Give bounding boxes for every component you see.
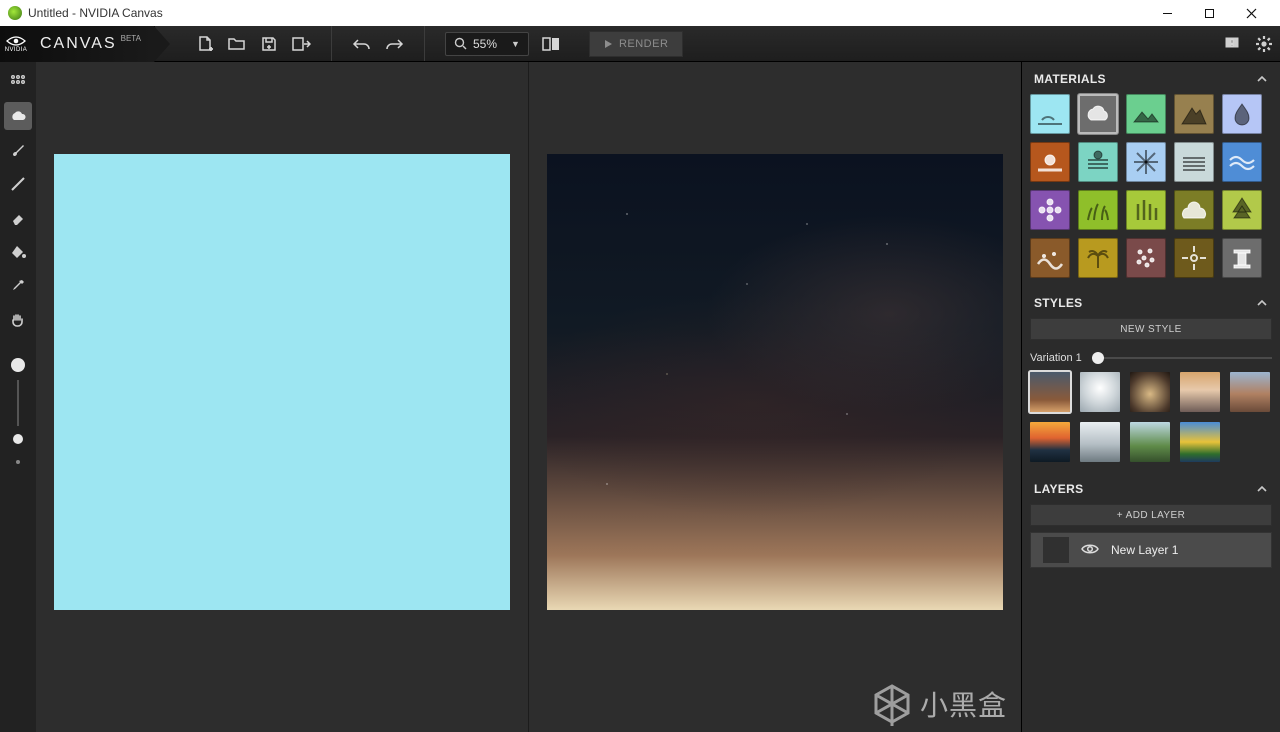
fill-tool[interactable] [4, 238, 32, 266]
brush-size-small-icon [16, 460, 20, 464]
layer-name: New Layer 1 [1111, 543, 1178, 557]
eyedropper-tool[interactable] [4, 272, 32, 300]
left-toolbar [0, 62, 36, 732]
app-icon [8, 6, 22, 20]
close-button[interactable] [1230, 0, 1272, 26]
zoom-control[interactable]: 55% ▼ [445, 32, 529, 56]
material-sparkle[interactable] [1174, 238, 1214, 278]
minimize-button[interactable] [1146, 0, 1188, 26]
style-thumb-style-9[interactable] [1180, 422, 1220, 462]
brush-tool[interactable] [4, 136, 32, 164]
material-grass[interactable] [1078, 190, 1118, 230]
styles-header[interactable]: STYLES [1022, 286, 1280, 318]
search-icon [454, 37, 467, 50]
layer-item[interactable]: New Layer 1 [1030, 532, 1272, 568]
style-thumb-style-5[interactable] [1230, 372, 1270, 412]
zoom-value: 55% [473, 37, 497, 51]
brand-badge: BETA [121, 34, 141, 43]
material-snow[interactable] [1126, 142, 1166, 182]
maximize-button[interactable] [1188, 0, 1230, 26]
material-water-drop[interactable] [1222, 94, 1262, 134]
material-reeds[interactable] [1126, 190, 1166, 230]
right-panel: MATERIALS STYLES NEW STYLE Variation 1 L… [1022, 62, 1280, 732]
export-button[interactable] [285, 28, 317, 60]
material-sky[interactable] [1030, 94, 1070, 134]
material-ruin[interactable] [1222, 238, 1262, 278]
materials-header[interactable]: MATERIALS [1022, 62, 1280, 94]
output-canvas [547, 154, 1003, 610]
open-file-button[interactable] [221, 28, 253, 60]
output-canvas-pane [528, 62, 1021, 732]
materials-grid [1022, 94, 1280, 286]
cloud-material-tool[interactable] [4, 102, 32, 130]
play-icon [604, 39, 613, 49]
chevron-up-icon [1256, 485, 1268, 493]
line-tool[interactable] [4, 170, 32, 198]
window-title: Untitled - NVIDIA Canvas [28, 6, 1146, 20]
material-bush[interactable] [1174, 190, 1214, 230]
window-titlebar: Untitled - NVIDIA Canvas [0, 0, 1280, 26]
add-layer-button[interactable]: + ADD LAYER [1030, 504, 1272, 526]
save-file-button[interactable] [253, 28, 285, 60]
material-mountain[interactable] [1174, 94, 1214, 134]
eraser-tool[interactable] [4, 204, 32, 232]
style-thumb-style-7[interactable] [1080, 422, 1120, 462]
style-thumbnails [1030, 372, 1272, 462]
style-thumb-style-4[interactable] [1180, 372, 1220, 412]
style-thumb-style-6[interactable] [1030, 422, 1070, 462]
style-thumb-style-2[interactable] [1080, 372, 1120, 412]
variation-thumb[interactable] [1092, 352, 1104, 364]
material-fog[interactable] [1174, 142, 1214, 182]
layer-swatch [1043, 537, 1069, 563]
feedback-button[interactable] [1216, 28, 1248, 60]
variation-slider[interactable] [1092, 357, 1272, 359]
watermark: 小黑盒 [872, 682, 1007, 726]
material-flower[interactable] [1030, 190, 1070, 230]
render-button[interactable]: RENDER [589, 31, 683, 57]
chevron-up-icon [1256, 75, 1268, 83]
app-header: NVIDIA CANVAS BETA 55% ▼ RENDER [0, 26, 1280, 62]
material-haze[interactable] [1078, 142, 1118, 182]
material-dirt[interactable] [1030, 238, 1070, 278]
pan-tool[interactable] [4, 306, 32, 334]
nvidia-logo-icon: NVIDIA [0, 26, 32, 62]
layers-header[interactable]: LAYERS [1022, 472, 1280, 504]
material-gravel[interactable] [1126, 238, 1166, 278]
settings-button[interactable] [1248, 28, 1280, 60]
new-style-button[interactable]: NEW STYLE [1030, 318, 1272, 340]
brand-name: CANVAS [40, 35, 117, 53]
brush-size-large-icon [11, 358, 25, 372]
style-thumb-style-3[interactable] [1130, 372, 1170, 412]
chevron-up-icon [1256, 299, 1268, 307]
chevron-down-icon: ▼ [511, 39, 520, 49]
material-palm[interactable] [1078, 238, 1118, 278]
input-canvas-pane [36, 62, 528, 732]
visibility-toggle[interactable] [1081, 543, 1099, 558]
material-sea[interactable] [1222, 142, 1262, 182]
brand-logo: NVIDIA CANVAS BETA [0, 26, 155, 62]
variation-label: Variation 1 [1030, 352, 1082, 364]
styles-body: NEW STYLE Variation 1 [1022, 318, 1280, 472]
compare-view-button[interactable] [535, 28, 567, 60]
brush-size-slider[interactable] [11, 358, 25, 464]
material-cloud[interactable] [1078, 94, 1118, 134]
style-thumb-style-8[interactable] [1130, 422, 1170, 462]
grid-icon[interactable] [4, 68, 32, 96]
material-hill[interactable] [1126, 94, 1166, 134]
brush-size-handle[interactable] [13, 434, 23, 444]
undo-button[interactable] [346, 28, 378, 60]
input-canvas[interactable] [54, 154, 510, 610]
workspace: 小黑盒 [36, 62, 1022, 732]
redo-button[interactable] [378, 28, 410, 60]
style-thumb-style-1[interactable] [1030, 372, 1070, 412]
material-tree[interactable] [1222, 190, 1262, 230]
new-file-button[interactable] [189, 28, 221, 60]
layers-body: + ADD LAYER New Layer 1 [1022, 504, 1280, 578]
material-lava[interactable] [1030, 142, 1070, 182]
watermark-icon [872, 682, 912, 726]
